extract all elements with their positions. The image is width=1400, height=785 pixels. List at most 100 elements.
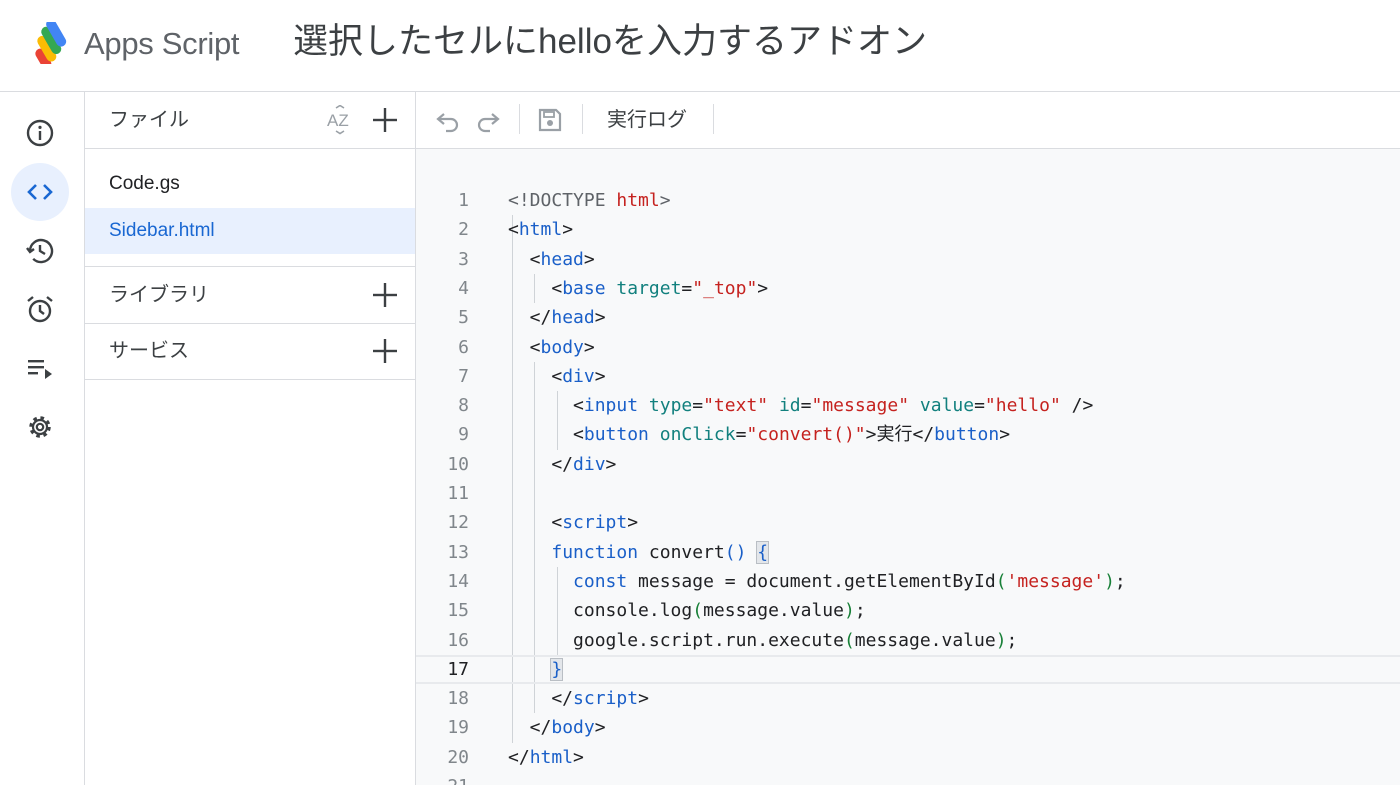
- code-token: convert: [638, 541, 725, 563]
- code-token: ): [1104, 570, 1115, 592]
- line-number: 16: [447, 629, 469, 651]
- triggers-button[interactable]: [11, 280, 69, 338]
- code-token: >: [638, 688, 649, 710]
- project-title[interactable]: 選択したセルにhelloを入力するアドオン: [293, 20, 927, 64]
- code-text: <head>: [508, 245, 595, 274]
- code-token: >: [562, 219, 574, 241]
- code-line[interactable]: 4 <base target="_top">: [416, 274, 1400, 303]
- toolbar-divider: [713, 104, 714, 134]
- code-token: >: [594, 717, 606, 739]
- code-token: </: [508, 746, 530, 768]
- code-token: "message": [811, 395, 910, 417]
- code-line[interactable]: 5 </head>: [416, 303, 1400, 332]
- line-number: 15: [447, 600, 469, 622]
- code-text: <button onClick="convert()">実行</button>: [508, 420, 1010, 449]
- executions-icon: [28, 360, 52, 379]
- code-token: function: [551, 541, 639, 563]
- code-line[interactable]: 6 <body>: [416, 333, 1400, 362]
- code-token: google.script.run.execute: [508, 629, 844, 651]
- code-token: message.value: [703, 600, 844, 622]
- undo-icon[interactable]: [434, 106, 462, 134]
- code-token: const: [573, 570, 628, 592]
- line-number: 17: [447, 658, 469, 680]
- code-token: =: [681, 277, 693, 299]
- code-line[interactable]: 1 <!DOCTYPE html>: [416, 186, 1400, 215]
- code-line[interactable]: 9 <button onClick="convert()">実行</button…: [416, 420, 1400, 449]
- code-token: message.value: [854, 629, 996, 651]
- apps-script-logo[interactable]: [26, 22, 76, 64]
- code-token: (: [843, 629, 855, 651]
- toolbar-divider: [519, 104, 520, 134]
- code-token: >: [583, 336, 595, 358]
- code-token: message = document.getElementById: [627, 570, 996, 592]
- code-line[interactable]: 21: [416, 772, 1400, 785]
- overview-button[interactable]: [11, 104, 69, 162]
- code-editor[interactable]: 1 <!DOCTYPE html> 2 <html> 3 <head> 4 <base t…: [416, 149, 1400, 785]
- add-library-plus-icon[interactable]: [371, 281, 399, 309]
- file-item-code-gs[interactable]: Code.gs: [85, 161, 415, 207]
- top-header: Apps Script 選択したセルにhelloを入力するアドオン: [0, 0, 1400, 92]
- line-number: 8: [458, 395, 469, 417]
- code-line[interactable]: 20 </html>: [416, 743, 1400, 772]
- code-line[interactable]: 2 <html>: [416, 215, 1400, 244]
- line-number: 13: [447, 541, 469, 563]
- code-text: <body>: [508, 333, 595, 362]
- code-token: >: [605, 453, 617, 475]
- code-token: <: [508, 365, 563, 387]
- code-line[interactable]: 10 </div>: [416, 450, 1400, 479]
- code-line[interactable]: 17 }: [416, 654, 1400, 684]
- code-line[interactable]: 11: [416, 479, 1400, 508]
- line-number: 4: [458, 277, 469, 299]
- editor-button[interactable]: [11, 163, 69, 221]
- code-line[interactable]: 19 </body>: [416, 713, 1400, 742]
- code-line[interactable]: 13 function convert() {: [416, 538, 1400, 567]
- code-token: console.log: [508, 600, 693, 622]
- add-file-plus-icon[interactable]: [371, 106, 399, 134]
- code-text: <div>: [508, 362, 606, 391]
- code-token: <: [508, 395, 584, 417]
- history-button[interactable]: [11, 222, 69, 280]
- svg-text:AZ: AZ: [327, 111, 349, 130]
- code-token: target: [616, 277, 682, 299]
- code-text: </script>: [508, 684, 649, 713]
- save-icon[interactable]: [536, 106, 564, 134]
- code-token: <!DOCTYPE: [508, 190, 617, 211]
- code-line[interactable]: 15 console.log(message.value);: [416, 596, 1400, 625]
- execution-log-button[interactable]: 実行ログ: [607, 106, 687, 134]
- executions-button[interactable]: [11, 339, 69, 397]
- sort-az-icon[interactable]: AZ: [325, 105, 355, 135]
- code-line[interactable]: 18 </script>: [416, 684, 1400, 713]
- code-line[interactable]: 7 <div>: [416, 362, 1400, 391]
- files-panel: ファイル AZ Code.gs Sidebar.html ライブラリ サービス: [85, 92, 416, 785]
- code-token: body: [551, 717, 595, 739]
- file-item-sidebar-html[interactable]: Sidebar.html: [85, 208, 415, 254]
- code-line[interactable]: 12 <script>: [416, 508, 1400, 537]
- code-line[interactable]: 3 <head>: [416, 245, 1400, 274]
- redo-icon[interactable]: [474, 106, 502, 134]
- code-token: "_top": [692, 277, 758, 299]
- app-name[interactable]: Apps Script: [84, 24, 240, 64]
- code-token: base: [562, 277, 606, 299]
- file-name: Sidebar.html: [109, 220, 215, 241]
- add-service-plus-icon[interactable]: [371, 337, 399, 365]
- code-token: button: [583, 424, 649, 446]
- code-token: <: [508, 424, 584, 446]
- code-text: <html>: [508, 215, 573, 244]
- code-token: >: [594, 307, 606, 329]
- code-line[interactable]: 14 const message = document.getElementBy…: [416, 567, 1400, 596]
- line-number: 3: [458, 248, 469, 270]
- code-token: div: [562, 365, 595, 387]
- settings-button[interactable]: [11, 398, 69, 456]
- code-token: (: [995, 570, 1007, 592]
- code-token: html: [529, 746, 574, 768]
- code-token: script: [573, 688, 639, 710]
- code-token: >: [594, 365, 606, 387]
- services-section: サービス: [85, 323, 415, 380]
- code-line[interactable]: 16 google.script.run.execute(message.val…: [416, 626, 1400, 655]
- code-line[interactable]: 8 <input type="text" id="message" value=…: [416, 391, 1400, 420]
